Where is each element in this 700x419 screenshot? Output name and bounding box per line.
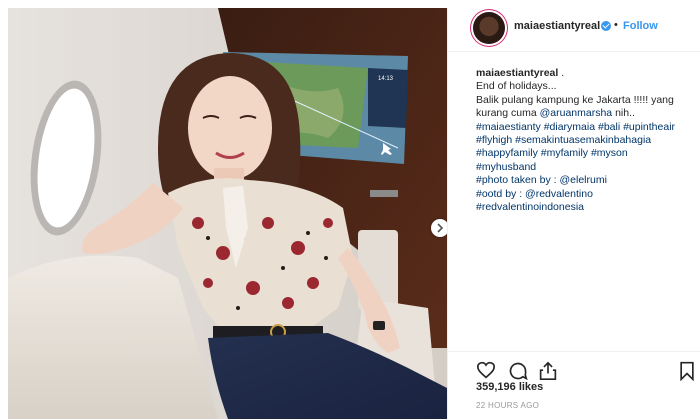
heart-icon xyxy=(476,361,496,379)
caption-line-3: kurang cuma xyxy=(476,107,540,120)
avatar[interactable] xyxy=(473,12,505,44)
photo-credit-label[interactable]: #photo taken by : xyxy=(476,174,559,186)
caption-line-3-end: nih.. xyxy=(612,107,635,120)
mention-link[interactable]: @aruanmarsha xyxy=(540,107,613,119)
caption-line-1: End of holidays... xyxy=(476,80,557,93)
post-caption: maiaestiantyreal . End of holidays... Ba… xyxy=(476,67,698,214)
ootd-mention[interactable]: @redvalentino xyxy=(525,188,593,200)
header-username[interactable]: maiaestiantyreal xyxy=(514,20,600,32)
photo-illustration: 14:13 xyxy=(8,8,447,419)
save-button[interactable] xyxy=(679,361,695,386)
post-sidebar: maiaestiantyreal • Follow maiaestiantyre… xyxy=(447,8,700,419)
verified-badge-icon xyxy=(601,21,611,31)
caption-after-username: . xyxy=(558,67,565,79)
hashtag-line[interactable]: #flyhigh #semakintuasemakinbahagia xyxy=(476,134,698,147)
header-dot-separator: • xyxy=(614,19,618,31)
action-bar xyxy=(448,351,700,382)
bookmark-icon xyxy=(680,361,694,382)
hashtag-line[interactable]: #myhusband xyxy=(476,161,698,174)
post-photo[interactable]: 14:13 xyxy=(8,8,447,419)
comment-icon xyxy=(509,362,528,381)
caption-line-2: Balik pulang kampung ke Jakarta !!!!! ya… xyxy=(476,93,674,106)
post-header: maiaestiantyreal • Follow xyxy=(448,8,700,52)
caption-username[interactable]: maiaestiantyreal xyxy=(476,67,558,79)
share-icon xyxy=(539,361,557,380)
photo-credit-mention[interactable]: @elelrumi xyxy=(559,174,606,186)
hashtag-line[interactable]: #maiaestianty #diarymaia #bali #upinthea… xyxy=(476,121,698,134)
follow-button[interactable]: Follow xyxy=(623,20,658,32)
chevron-right-icon xyxy=(437,223,444,233)
likes-count[interactable]: 359,196 likes xyxy=(476,381,543,393)
ootd-label[interactable]: #ootd by : xyxy=(476,188,525,200)
hashtag-line[interactable]: #happyfamily #myfamily #myson xyxy=(476,147,698,160)
post-timestamp[interactable]: 22 HOURS AGO xyxy=(476,401,539,410)
hashtag-line[interactable]: #redvalentinoindonesia xyxy=(476,201,698,214)
screen-time: 14:13 xyxy=(378,76,394,82)
next-photo-button[interactable] xyxy=(431,219,447,237)
